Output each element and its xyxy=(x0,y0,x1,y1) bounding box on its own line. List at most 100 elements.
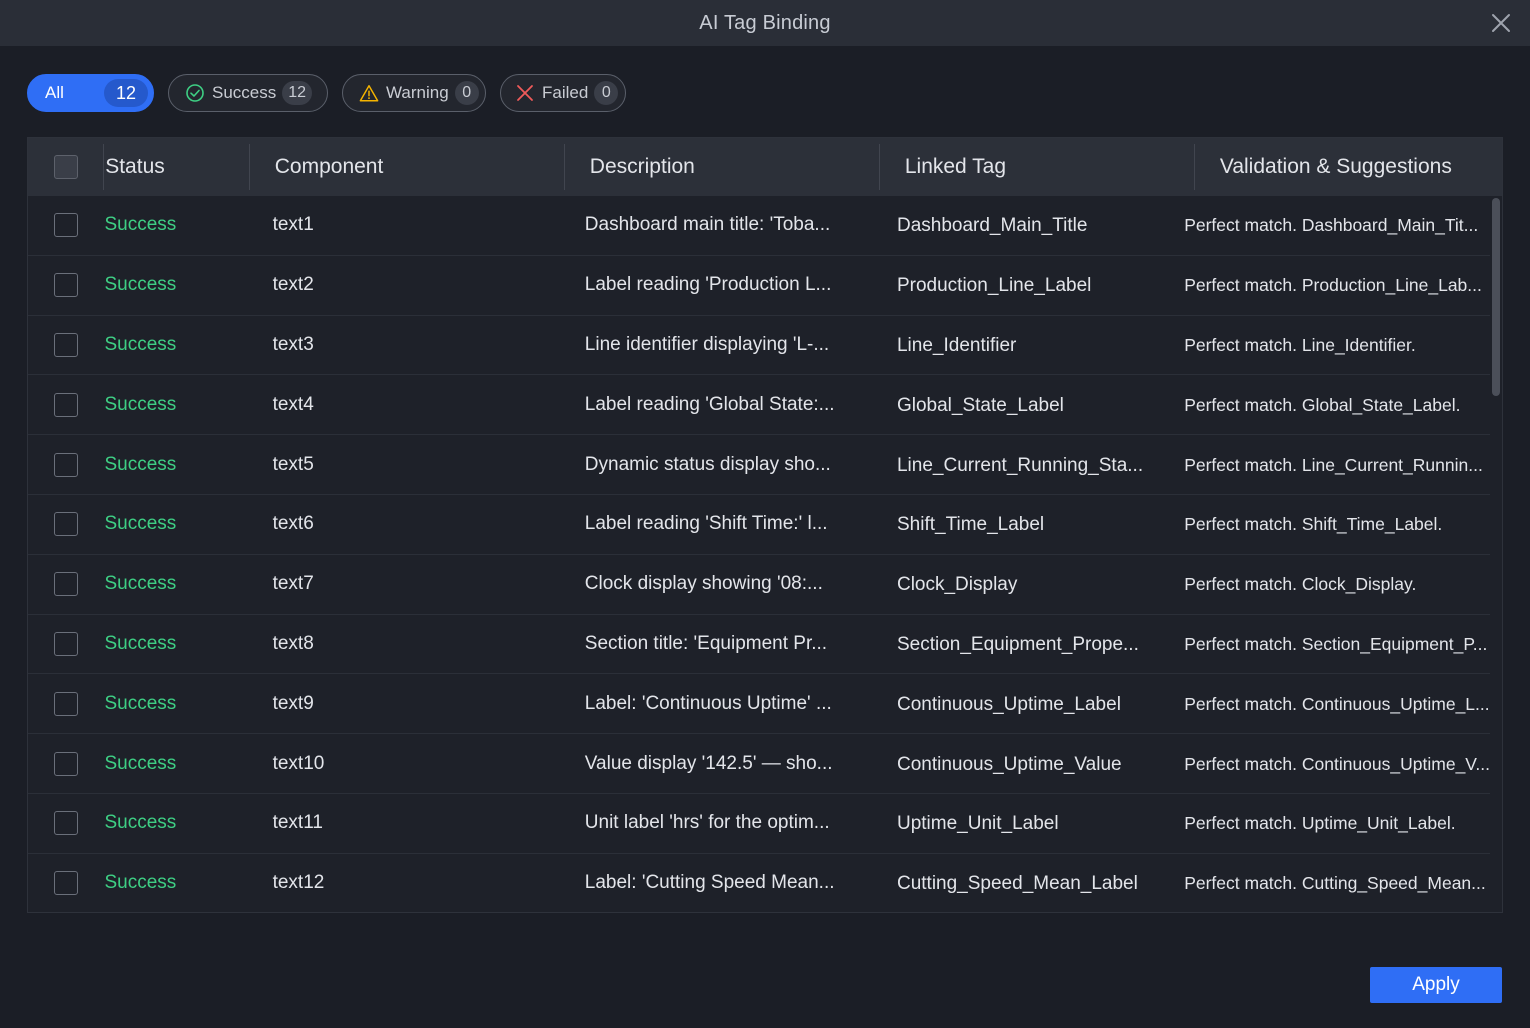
row-linked-tag[interactable]: Dashboard_Main_Title xyxy=(872,213,1184,237)
row-checkbox[interactable] xyxy=(53,512,78,537)
table-row[interactable]: Success text3 Line identifier displaying '… xyxy=(28,316,1490,376)
row-status: Success xyxy=(104,632,177,654)
row-component: text1 xyxy=(272,214,314,236)
row-linked-tag[interactable]: Uptime_Unit_Label xyxy=(872,811,1184,835)
row-select-cell xyxy=(28,811,103,836)
table-row[interactable]: Success text7 Clock display showing '08:..… xyxy=(28,555,1490,615)
row-description: Dynamic status display sho... xyxy=(584,453,831,475)
apply-button[interactable]: Apply xyxy=(1370,967,1502,1003)
row-validation: Perfect match. Dashboard_Main_Tit... xyxy=(1184,215,1479,236)
header-status[interactable]: Status xyxy=(104,138,250,196)
check-circle-icon xyxy=(185,83,205,103)
filter-chip-failed[interactable]: Failed 0 xyxy=(500,74,626,112)
table-row[interactable]: Success text8 Section title: 'Equipment Pr… xyxy=(28,615,1490,675)
row-select-cell xyxy=(28,452,103,477)
filter-chip-failed-label: Failed xyxy=(542,83,589,102)
table-row[interactable]: Success text9 Label: 'Continuous Uptime' .… xyxy=(28,674,1490,735)
row-component: text12 xyxy=(272,872,325,894)
filter-chip-warning-count: 0 xyxy=(454,81,479,105)
status-filter-bar: All 12 Success 12 Warning 0 Failed 0 xyxy=(27,74,626,112)
row-select-cell xyxy=(28,751,103,776)
row-checkbox[interactable] xyxy=(53,332,78,357)
filter-chip-all-label: All xyxy=(45,83,64,102)
row-checkbox[interactable] xyxy=(53,273,78,298)
row-validation: Perfect match. Continuous_Uptime_L... xyxy=(1184,693,1490,714)
dialog-titlebar: AI Tag Binding xyxy=(0,0,1530,46)
row-status: Success xyxy=(104,692,177,714)
close-icon xyxy=(1492,14,1510,32)
row-checkbox[interactable] xyxy=(53,871,78,896)
row-status: Success xyxy=(104,333,177,355)
filter-chip-success-label: Success xyxy=(212,83,277,102)
row-linked-tag[interactable]: Continuous_Uptime_Label xyxy=(872,692,1184,716)
row-component: text8 xyxy=(272,632,314,654)
scrollbar-thumb[interactable] xyxy=(1492,198,1500,396)
row-linked-tag[interactable]: Continuous_Uptime_Value xyxy=(872,752,1184,776)
row-validation: Perfect match. Cutting_Speed_Mean... xyxy=(1184,873,1486,894)
filter-chip-all[interactable]: All 12 xyxy=(27,74,154,112)
row-validation: Perfect match. Line_Identifier. xyxy=(1184,334,1416,355)
header-component[interactable]: Component xyxy=(250,138,565,196)
table-row[interactable]: Success text2 Label reading 'Production L.… xyxy=(28,256,1490,316)
table-row[interactable]: Success text4 Label reading 'Global State:… xyxy=(28,375,1490,436)
row-checkbox[interactable] xyxy=(53,811,78,836)
row-linked-tag[interactable]: Shift_Time_Label xyxy=(872,512,1184,536)
row-component: text9 xyxy=(272,692,314,714)
row-linked-tag[interactable]: Clock_Display xyxy=(872,572,1184,596)
binding-table: Status Component Description Linked Tag … xyxy=(27,137,1503,913)
row-status: Success xyxy=(104,214,177,236)
row-select-cell xyxy=(28,871,103,896)
row-status: Success xyxy=(104,274,177,296)
row-component: text5 xyxy=(272,453,314,475)
table-row[interactable]: Success text11 Unit label 'hrs' for the op… xyxy=(28,794,1490,854)
row-checkbox[interactable] xyxy=(53,213,78,238)
row-checkbox[interactable] xyxy=(53,751,78,776)
table-row[interactable]: Success text6 Label reading 'Shift Time:' … xyxy=(28,495,1490,555)
row-checkbox[interactable] xyxy=(53,392,78,417)
close-button[interactable] xyxy=(1488,10,1514,36)
row-validation: Perfect match. Line_Current_Runnin... xyxy=(1184,454,1483,475)
row-component: text3 xyxy=(272,333,314,355)
row-select-cell xyxy=(28,691,103,716)
row-linked-tag[interactable]: Production_Line_Label xyxy=(872,273,1184,297)
header-linked-tag[interactable]: Linked Tag xyxy=(880,138,1195,196)
filter-chip-success-count: 12 xyxy=(282,81,313,105)
row-description: Value display '142.5' — sho... xyxy=(584,752,833,774)
row-validation: Perfect match. Shift_Time_Label. xyxy=(1184,514,1443,535)
row-linked-tag[interactable]: Line_Current_Running_Sta... xyxy=(872,453,1184,477)
row-status: Success xyxy=(104,812,177,834)
row-checkbox[interactable] xyxy=(53,631,78,656)
row-component: text2 xyxy=(272,274,314,296)
row-component: text6 xyxy=(272,513,314,535)
table-row[interactable]: Success text1 Dashboard main title: 'Toba.… xyxy=(28,196,1490,256)
row-select-cell xyxy=(28,631,103,656)
row-component: text10 xyxy=(272,752,325,774)
row-description: Clock display showing '08:... xyxy=(584,573,823,595)
table-row[interactable]: Success text10 Value display '142.5' — sho… xyxy=(28,734,1490,794)
row-checkbox[interactable] xyxy=(53,572,78,597)
row-status: Success xyxy=(104,453,177,475)
filter-chip-failed-count: 0 xyxy=(594,81,619,105)
header-description[interactable]: Description xyxy=(565,138,880,196)
row-checkbox[interactable] xyxy=(53,452,78,477)
row-select-cell xyxy=(28,572,103,597)
filter-chip-warning[interactable]: Warning 0 xyxy=(342,74,486,112)
row-checkbox[interactable] xyxy=(53,691,78,716)
filter-chip-success[interactable]: Success 12 xyxy=(168,74,328,112)
table-body: Success text1 Dashboard main title: 'Toba.… xyxy=(28,196,1490,912)
row-linked-tag[interactable]: Cutting_Speed_Mean_Label xyxy=(872,871,1184,895)
row-linked-tag[interactable]: Global_State_Label xyxy=(872,393,1184,417)
row-linked-tag[interactable]: Line_Identifier xyxy=(872,333,1184,357)
row-validation: Perfect match. Continuous_Uptime_V... xyxy=(1184,753,1490,774)
table-row[interactable]: Success text5 Dynamic status display sho..… xyxy=(28,435,1490,495)
dialog-title: AI Tag Binding xyxy=(699,11,831,34)
header-validation[interactable]: Validation & Suggestions xyxy=(1195,138,1502,196)
select-all-checkbox[interactable] xyxy=(54,155,79,179)
row-description: Section title: 'Equipment Pr... xyxy=(584,632,828,654)
filter-chip-all-count: 12 xyxy=(104,79,148,107)
row-status: Success xyxy=(104,872,177,894)
row-component: text7 xyxy=(272,573,314,595)
table-row[interactable]: Success text12 Label: 'Cutting Speed Mean.… xyxy=(28,854,1490,912)
row-linked-tag[interactable]: Section_Equipment_Prope... xyxy=(872,632,1184,656)
row-description: Label reading 'Shift Time:' l... xyxy=(584,513,828,535)
